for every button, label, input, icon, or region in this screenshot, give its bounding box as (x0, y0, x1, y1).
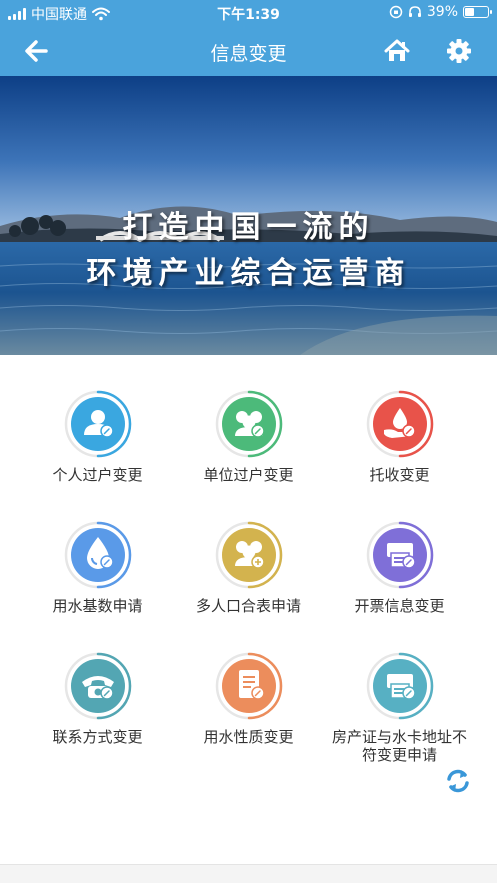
bottom-strip (0, 864, 497, 883)
document-icon (215, 652, 282, 720)
menu-item-label: 用水性质变更 (203, 728, 294, 746)
status-right: 39% (389, 4, 492, 20)
menu-item-label: 房产证与水卡地址不符变更申请 (331, 728, 467, 764)
group-icon (215, 390, 282, 458)
headphones-icon (408, 6, 421, 17)
printer-icon (366, 521, 433, 589)
battery-icon (463, 6, 492, 18)
group-add-icon (215, 521, 282, 589)
menu-item-multi-person-merge[interactable]: 多人口合表申请 (173, 513, 324, 644)
menu-item-address-mismatch-application[interactable]: 房产证与水卡地址不符变更申请 (324, 644, 475, 775)
nav-bar: 信息变更 (0, 26, 497, 76)
menu-item-unit-transfer[interactable]: 单位过户变更 (173, 382, 324, 513)
printer-icon (366, 652, 433, 720)
menu-item-label: 开票信息变更 (354, 597, 445, 615)
battery-percent: 39% (426, 4, 458, 20)
home-button[interactable] (383, 37, 411, 65)
gear-icon (447, 39, 471, 63)
menu-item-contact-change[interactable]: 联系方式变更 (22, 644, 173, 775)
menu-item-label: 个人过户变更 (52, 466, 143, 484)
menu-item-label: 联系方式变更 (52, 728, 143, 746)
banner: 打造中国一流的 环境产业综合运营商 (0, 76, 497, 355)
water-drop-icon (64, 521, 131, 589)
banner-slogan-line1: 打造中国一流的 (122, 210, 375, 245)
person-icon (64, 390, 131, 458)
refresh-button[interactable] (444, 767, 472, 795)
menu-item-personal-transfer[interactable]: 个人过户变更 (22, 382, 173, 513)
menu-item-label: 多人口合表申请 (195, 597, 301, 615)
page-title: 信息变更 (210, 43, 287, 65)
home-icon (384, 39, 410, 61)
menu-item-invoice-info-change[interactable]: 开票信息变更 (324, 513, 475, 644)
menu-item-label: 用水基数申请 (52, 597, 143, 615)
rotation-lock-icon (389, 5, 403, 19)
refresh-icon (447, 769, 469, 793)
menu-item-collection-change[interactable]: 托收变更 (324, 382, 475, 513)
menu-item-label: 单位过户变更 (203, 466, 294, 484)
hand-drop-icon (366, 390, 433, 458)
menu-item-water-type-change[interactable]: 用水性质变更 (173, 644, 324, 775)
menu-item-water-base-application[interactable]: 用水基数申请 (22, 513, 173, 644)
banner-slogan-line2: 环境产业综合运营商 (86, 256, 411, 291)
settings-button[interactable] (445, 37, 473, 65)
telephone-icon (64, 652, 131, 720)
status-bar: 中国联通 下午1:39 39% (0, 0, 497, 26)
menu-item-label: 托收变更 (369, 466, 430, 484)
menu-grid: 个人过户变更 单位过户变更 托收变更 用水基数申请 多人口合表申请 开票信息变更… (22, 382, 477, 775)
